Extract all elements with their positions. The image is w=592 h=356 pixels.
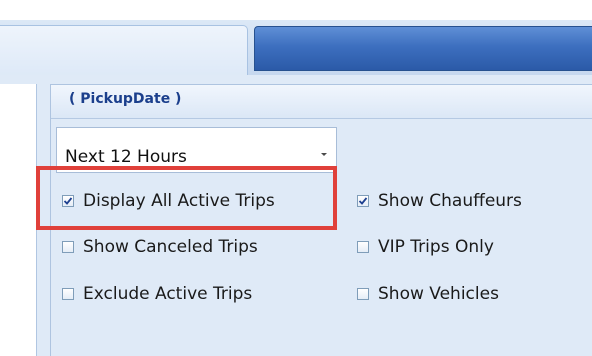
exclude-active-trips-checkbox[interactable] xyxy=(62,288,74,300)
tab-inactive[interactable] xyxy=(254,26,592,71)
show-canceled-trips-checkbox[interactable] xyxy=(62,241,74,253)
chevron-down-icon[interactable] xyxy=(321,153,327,156)
show-chauffeurs-checkbox[interactable] xyxy=(357,195,369,207)
check-icon xyxy=(358,197,368,205)
top-strip xyxy=(0,0,592,20)
show-vehicles-option[interactable]: Show Vehicles xyxy=(357,282,499,306)
show-chauffeurs-option[interactable]: Show Chauffeurs xyxy=(357,189,522,213)
show-chauffeurs-label: Show Chauffeurs xyxy=(378,191,522,211)
display-all-active-trips-label: Display All Active Trips xyxy=(83,191,275,211)
exclude-active-trips-label: Exclude Active Trips xyxy=(83,284,253,304)
time-range-dropdown[interactable]: Next 12 Hours xyxy=(56,127,337,173)
show-canceled-trips-option[interactable]: Show Canceled Trips xyxy=(62,235,258,259)
display-all-active-trips-option[interactable]: Display All Active Trips xyxy=(62,189,275,213)
vip-trips-only-label: VIP Trips Only xyxy=(378,237,494,257)
show-vehicles-checkbox[interactable] xyxy=(357,288,369,300)
panel-title: ( PickupDate ) xyxy=(69,91,182,107)
vip-trips-only-option[interactable]: VIP Trips Only xyxy=(357,235,494,259)
left-pane xyxy=(0,84,37,356)
time-range-value: Next 12 Hours xyxy=(65,147,187,167)
tab-active[interactable] xyxy=(0,25,248,77)
vip-trips-only-checkbox[interactable] xyxy=(357,241,369,253)
display-all-active-trips-checkbox[interactable] xyxy=(62,195,74,207)
show-canceled-trips-label: Show Canceled Trips xyxy=(83,237,258,257)
show-vehicles-label: Show Vehicles xyxy=(378,284,499,304)
check-icon xyxy=(63,197,73,205)
filter-panel xyxy=(50,84,592,356)
exclude-active-trips-option[interactable]: Exclude Active Trips xyxy=(62,282,252,306)
